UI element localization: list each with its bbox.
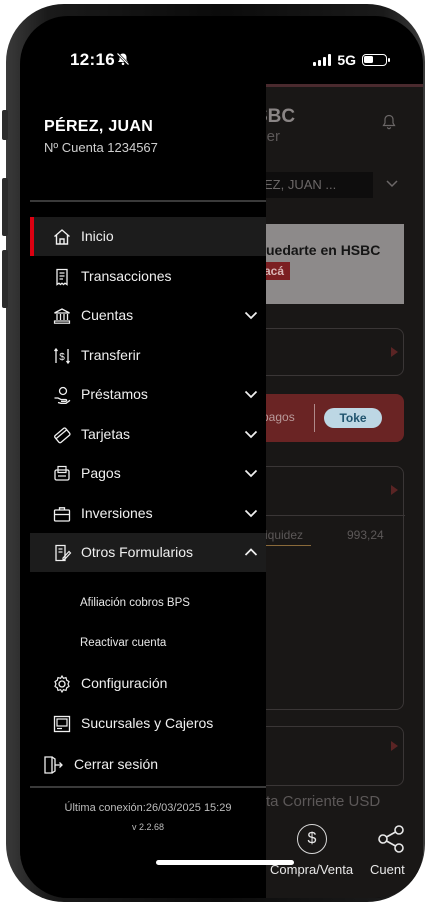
money-hand-icon [52, 385, 72, 405]
menu-item-label: Transacciones [81, 268, 172, 284]
bg-card-3[interactable] [258, 726, 404, 786]
divider-bottom [30, 786, 266, 788]
tab-underline [265, 545, 311, 546]
receipt-icon [52, 267, 72, 287]
card-icon [52, 425, 72, 445]
menu-item-transacciones[interactable]: Transacciones [30, 257, 266, 296]
menu-item-label: Inicio [81, 228, 114, 244]
bg-account-label: ta Corriente USD [266, 793, 381, 810]
bg-card-1[interactable] [258, 328, 404, 376]
logout-button[interactable]: Cerrar sesión [42, 752, 266, 780]
battery-icon [362, 54, 390, 66]
bg-pagos-label: pagos [262, 410, 295, 424]
bg-banner-text: uedarte en HSBC [266, 242, 381, 258]
chevron-down-icon[interactable] [244, 506, 258, 520]
bg-card-2[interactable] [258, 466, 405, 710]
payment-icon [52, 464, 72, 484]
form-icon [52, 543, 72, 563]
screen: 12:16 5G SBC nier EZ, JUAN ... uedarte e… [20, 16, 423, 898]
menu-item-label: Sucursales y Cajeros [81, 715, 214, 731]
menu-item-pagos[interactable]: Pagos [30, 454, 266, 493]
side-drawer: PÉREZ, JUAN Nº Cuenta 1234567 Inicio Tra… [20, 84, 266, 898]
dollar-icon[interactable]: $ [297, 824, 327, 854]
menu-item-inicio[interactable]: Inicio [30, 217, 266, 256]
home-indicator[interactable] [156, 860, 294, 865]
transfer-icon: $ [52, 346, 72, 366]
briefcase-icon [52, 504, 72, 524]
active-indicator [30, 217, 34, 256]
atm-icon [52, 714, 72, 734]
logout-label: Cerrar sesión [74, 756, 159, 772]
volume-down-button [2, 250, 8, 308]
menu-item-label: Transferir [81, 347, 141, 363]
mute-switch [2, 110, 8, 140]
menu-item-otros-formularios[interactable]: Otros Formularios [30, 533, 266, 572]
signal-icon [313, 54, 332, 66]
chevron-down-icon [386, 176, 398, 191]
chevron-down-icon[interactable] [244, 308, 258, 322]
menu-item-inversiones[interactable]: Inversiones [30, 494, 266, 533]
chevron-down-icon[interactable] [244, 427, 258, 441]
menu-item-configuracion[interactable]: Configuración [30, 664, 266, 703]
last-connection: Última conexión:26/03/2025 15:29 [64, 802, 232, 814]
toke-logo: Toke [324, 408, 382, 428]
bg-account-select[interactable]: EZ, JUAN ... [258, 172, 373, 198]
nav-cuentas[interactable]: Cuent [370, 862, 405, 877]
share-icon[interactable] [374, 822, 408, 856]
status-time: 12:16 [70, 50, 115, 69]
bg-payments-card[interactable]: pagos Toke [258, 394, 404, 442]
logout-icon [42, 754, 64, 776]
bell-off-icon [116, 52, 130, 69]
network-label: 5G [337, 52, 356, 68]
svg-text:$: $ [59, 352, 65, 363]
gear-icon [52, 674, 72, 694]
status-indicators: 5G [313, 52, 390, 68]
volume-up-button [2, 178, 8, 236]
menu-item-label: Cuentas [81, 307, 134, 323]
menu-item-label: Tarjetas [81, 426, 131, 442]
bg-liquidez-label: iquidez [265, 528, 304, 542]
menu-item-label: Inversiones [81, 505, 153, 521]
user-name: PÉREZ, JUAN [44, 118, 154, 135]
bank-icon [52, 306, 72, 326]
menu-item-label: Pagos [81, 465, 121, 481]
submenu-reactivar-cuenta[interactable]: Reactivar cuenta [80, 637, 166, 649]
notification-bell-icon[interactable] [382, 114, 396, 130]
bg-amount: 993,24 [347, 528, 384, 542]
menu-item-prestamos[interactable]: Préstamos [30, 375, 266, 414]
menu-item-label: Préstamos [81, 386, 148, 402]
menu-item-cuentas[interactable]: Cuentas [30, 296, 266, 335]
home-icon [52, 227, 72, 247]
bg-banner[interactable]: uedarte en HSBC acá [258, 224, 404, 304]
app-version: v 2.2.68 [131, 822, 165, 832]
menu-item-tarjetas[interactable]: Tarjetas [30, 415, 266, 454]
chevron-down-icon[interactable] [244, 466, 258, 480]
submenu-afiliacion-cobros-bps[interactable]: Afiliación cobros BPS [80, 597, 190, 609]
menu-item-sucursales-cajeros[interactable]: Sucursales y Cajeros [30, 704, 266, 743]
menu-item-label: Configuración [81, 675, 168, 691]
menu-item-transferir[interactable]: $ Transferir [30, 336, 266, 375]
divider-top [30, 200, 266, 202]
chevron-up-icon[interactable] [244, 545, 258, 559]
chevron-down-icon[interactable] [244, 387, 258, 401]
phone-frame: 12:16 5G SBC nier EZ, JUAN ... uedarte e… [2, 4, 425, 902]
user-account-number: Nº Cuenta 1234567 [44, 140, 158, 155]
divider [314, 404, 315, 432]
menu-item-label: Otros Formularios [81, 544, 194, 560]
